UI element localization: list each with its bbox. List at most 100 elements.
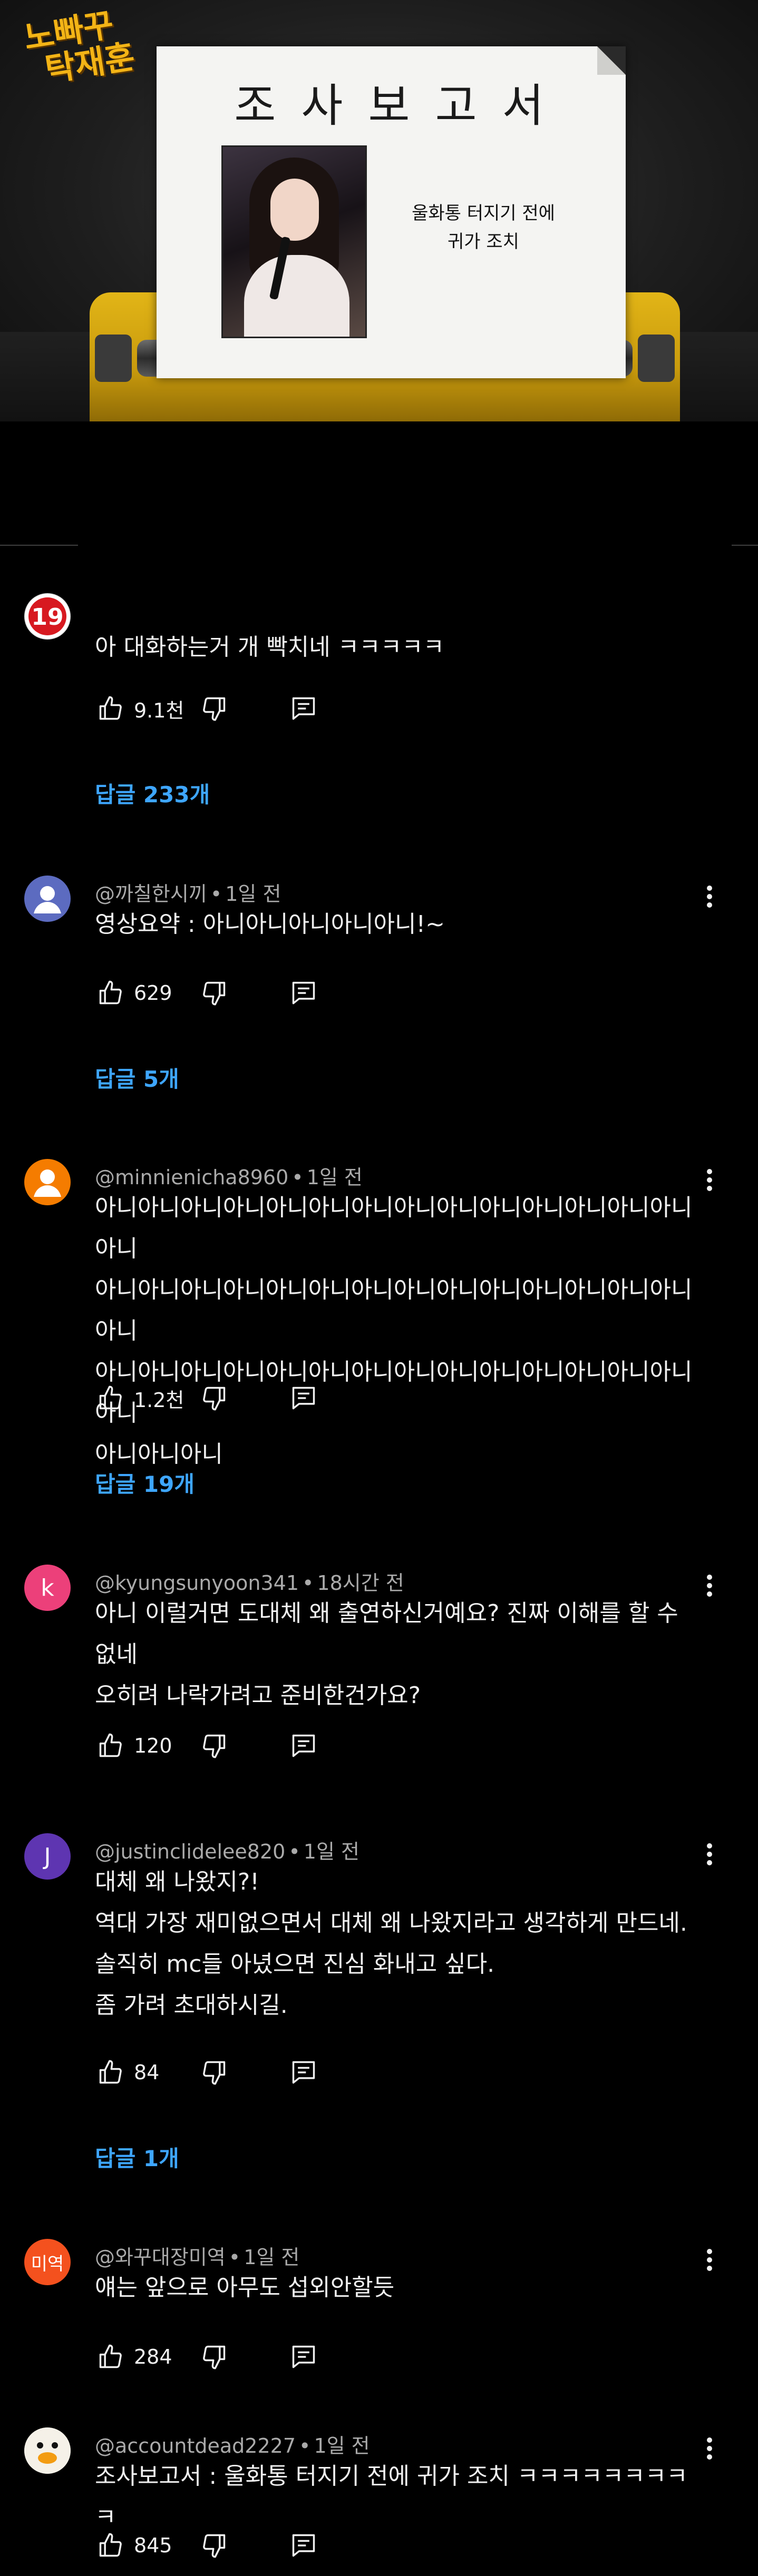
kebab-menu-icon: [707, 1169, 712, 1191]
guest-photo: [221, 145, 367, 338]
dislike-button[interactable]: [198, 2057, 230, 2088]
paper-caption: 울화통 터지기 전에 귀가 조치: [383, 199, 584, 256]
comment-actions: 845: [95, 2530, 319, 2561]
comment-time[interactable]: 1일 전: [244, 2246, 299, 2269]
thumbs-down-icon: [203, 981, 226, 1006]
comment-text: 대체 왜 나왔지?! 역대 가장 재미없으면서 대체 왜 나왔지라고 생각하게 …: [95, 1869, 687, 2019]
dislike-button[interactable]: [198, 1382, 230, 1414]
dislike-button[interactable]: [198, 2341, 230, 2373]
comment-text: 조사보고서 : 울화통 터지기 전에 귀가 조치 ㅋㅋㅋㅋㅋㅋㅋㅋㅋ: [95, 2463, 688, 2531]
dislike-button[interactable]: [198, 1730, 230, 1762]
typewriter-knob-left: [95, 335, 132, 382]
view-replies-button[interactable]: 답글 233개: [95, 777, 210, 809]
dislike-button[interactable]: [198, 693, 230, 724]
author-avatar[interactable]: k: [24, 1565, 71, 1611]
reply-icon: [292, 981, 315, 1005]
more-options-button[interactable]: [694, 1159, 725, 1201]
more-options-button[interactable]: [694, 1833, 725, 1875]
author-name[interactable]: @justinclidelee820: [95, 1840, 285, 1863]
paper-title: 조사보고서: [234, 80, 569, 132]
thumbs-down-icon: [203, 1734, 226, 1758]
comment-text: 아니아니아니아니아니아니아니아니아니아니아니아니아니아니아니 아니아니아니아니아…: [95, 1194, 693, 1468]
thumbs-up-icon: [99, 1385, 122, 1410]
comment-text: 영상요약 : 아니아니아니아니아니!~: [95, 911, 445, 938]
divider-left: [0, 545, 78, 546]
like-button[interactable]: [95, 977, 127, 1009]
dislike-button[interactable]: [198, 977, 230, 1009]
more-options-button[interactable]: [694, 876, 725, 918]
author-name[interactable]: @kyungsunyoon341: [95, 1571, 299, 1595]
meta-separator: •: [299, 2434, 311, 2457]
reply-button[interactable]: [288, 977, 319, 1009]
report-paper: 조사보고서 울화통 터지기 전에 귀가 조치: [157, 46, 626, 378]
like-button[interactable]: [95, 1382, 127, 1414]
kebab-menu-icon: [707, 2437, 712, 2460]
author-avatar[interactable]: [24, 876, 71, 922]
avatar-letter: k: [41, 1574, 54, 1601]
typewriter-knob-right: [638, 335, 675, 382]
comment-time[interactable]: 18시간 전: [317, 1571, 404, 1595]
author-name[interactable]: @accountdead2227: [95, 2434, 296, 2457]
author-avatar[interactable]: J: [24, 1833, 71, 1880]
like-button[interactable]: [95, 2530, 127, 2561]
reply-button[interactable]: [288, 1730, 319, 1762]
comment-actions: 1.2천: [95, 1382, 319, 1414]
age-19-badge-avatar[interactable]: 19: [24, 593, 71, 640]
author-name[interactable]: @와꾸대장미역: [95, 2246, 226, 2269]
comment-actions: 120: [95, 1730, 319, 1762]
show-logo: 노빠꾸 탁재훈: [21, 5, 137, 90]
reply-button[interactable]: [288, 2341, 319, 2373]
comment-time[interactable]: 1일 전: [314, 2434, 370, 2457]
comment-meta: @accountdead2227 • 1일 전: [95, 2430, 370, 2459]
comment-time[interactable]: 1일 전: [307, 1166, 363, 1189]
comment-time[interactable]: 1일 전: [225, 882, 281, 906]
thumbs-down-icon: [203, 2534, 226, 2558]
meta-separator: •: [210, 882, 222, 906]
reply-button[interactable]: [288, 693, 319, 724]
avatar-letter: J: [44, 1843, 51, 1870]
reply-button[interactable]: [288, 1382, 319, 1414]
author-avatar[interactable]: 미역: [24, 2239, 71, 2285]
kebab-menu-icon: [707, 2249, 712, 2271]
thumbs-up-icon: [99, 2533, 122, 2557]
like-button[interactable]: [95, 2057, 127, 2088]
author-avatar[interactable]: [24, 2427, 71, 2474]
author-avatar[interactable]: [24, 1159, 71, 1205]
more-options-button[interactable]: [694, 2239, 725, 2281]
thumbs-up-icon: [99, 696, 122, 720]
duck-icon: [24, 2427, 71, 2474]
video-thumbnail[interactable]: 노빠꾸 탁재훈 조사보고서 울화통 터지기 전에 귀가 조치: [0, 0, 758, 421]
like-button[interactable]: [95, 1730, 127, 1762]
avatar-letter: 미역: [31, 2253, 64, 2275]
author-name[interactable]: @까칠한시끼: [95, 882, 207, 906]
comments-page: 노빠꾸 탁재훈 조사보고서 울화통 터지기 전에 귀가 조치 19 아 대화하는…: [0, 0, 758, 2576]
comment-actions: 9.1천: [95, 693, 319, 724]
reply-icon: [292, 697, 315, 720]
view-replies-button[interactable]: 답글 19개: [95, 1467, 195, 1499]
comment-text: 얘는 앞으로 아무도 섭외안할듯: [95, 2274, 395, 2301]
comment-meta: @kyungsunyoon341 • 18시간 전: [95, 1567, 404, 1596]
like-count: 1.2천: [134, 1388, 184, 1412]
comment-time[interactable]: 1일 전: [304, 1840, 359, 1863]
like-button[interactable]: [95, 2341, 127, 2373]
meta-separator: •: [291, 1166, 304, 1189]
reply-icon: [292, 1734, 315, 1757]
meta-separator: •: [302, 1571, 314, 1595]
view-replies-button[interactable]: 답글 5개: [95, 1061, 179, 1094]
comment-meta: @minnienicha8960 • 1일 전: [95, 1161, 363, 1190]
photo-body: [244, 255, 349, 337]
reply-button[interactable]: [288, 2530, 319, 2561]
comment-meta: @justinclidelee820 • 1일 전: [95, 1835, 359, 1864]
view-replies-button[interactable]: 답글 1개: [95, 2141, 179, 2173]
thumbs-down-icon: [203, 2061, 226, 2085]
more-options-button[interactable]: [694, 1565, 725, 1607]
like-count: 120: [134, 1734, 172, 1757]
paper-caption-line1: 울화통 터지기 전에: [412, 203, 555, 224]
reply-button[interactable]: [288, 2057, 319, 2088]
more-options-button[interactable]: [694, 2427, 725, 2470]
comment-text: 아니 이럴거면 도대체 왜 출연하신거예요? 진짜 이해를 할 수 없네 오히려…: [95, 1600, 678, 1709]
reply-icon: [292, 2061, 315, 2084]
dislike-button[interactable]: [198, 2530, 230, 2561]
author-name[interactable]: @minnienicha8960: [95, 1166, 288, 1189]
like-button[interactable]: [95, 693, 127, 724]
